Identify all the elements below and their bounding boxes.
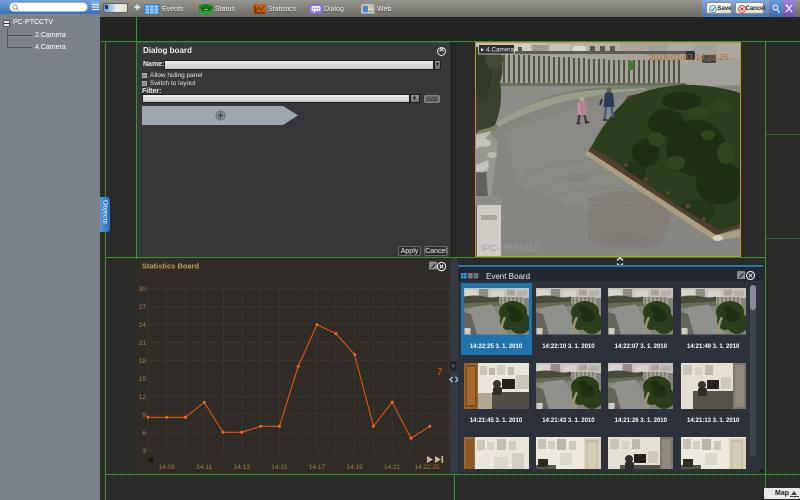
svg-text:30: 30 [139,286,147,293]
svg-text:14:15: 14:15 [271,464,288,471]
svg-text:14:17: 14:17 [309,464,326,471]
svg-text:14:13: 14:13 [234,464,251,471]
svg-text:9: 9 [142,412,146,419]
svg-text:14:21: 14:21 [384,464,401,471]
svg-text:4.Camera: 4.Camera [486,47,515,54]
svg-text:12: 12 [139,394,147,401]
svg-text:18: 18 [139,358,147,365]
svg-text:3: 3 [142,448,146,455]
svg-text:24: 24 [139,322,147,329]
svg-text:14:11: 14:11 [196,464,212,471]
svg-text:IPC-HF8331E: IPC-HF8331E [481,243,540,254]
svg-text:2018-01-03 14:22:25: 2018-01-03 14:22:25 [649,52,729,62]
svg-text:14:22:25: 14:22:25 [414,464,440,471]
svg-text:14:19: 14:19 [346,464,363,471]
svg-text:6: 6 [142,430,146,437]
svg-text:27: 27 [139,304,147,311]
svg-text:21: 21 [139,340,147,347]
svg-text:15: 15 [139,376,147,383]
svg-text:14:09: 14:09 [158,464,175,471]
svg-text:Statistics Board: Statistics Board [142,262,200,271]
